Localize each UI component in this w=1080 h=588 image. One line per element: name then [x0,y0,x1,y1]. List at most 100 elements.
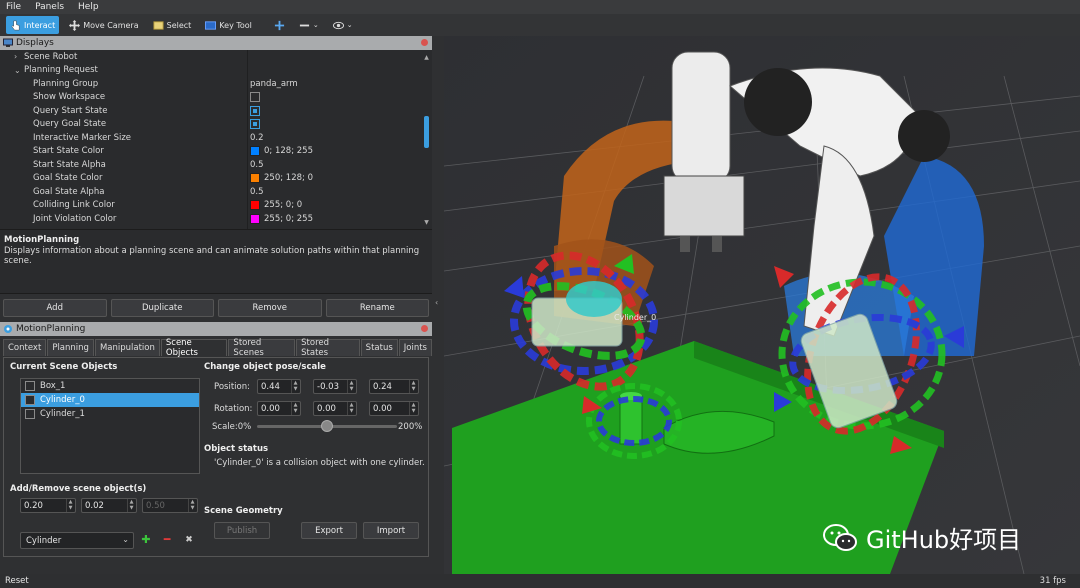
spin-arrows-icon[interactable]: ▲ ▼ [291,380,299,393]
spin-arrows-icon[interactable]: ▲ ▼ [409,380,417,393]
goal-alpha-value[interactable]: 0.5 [250,187,264,197]
tab-scene-objects[interactable]: Scene Objects [160,338,228,358]
tab-planning[interactable]: Planning [47,339,94,356]
close-icon[interactable] [421,39,428,46]
tab-manipulation[interactable]: Manipulation [94,339,160,356]
tree-row-query-goal-state[interactable]: Query Goal State [0,118,432,132]
add-object-icon[interactable]: ✚ [140,534,152,546]
scroll-up-icon[interactable]: ▲ [423,54,430,61]
current-scene-objects-label: Current Scene Objects [10,362,118,372]
scroll-thumb[interactable] [424,116,429,148]
scale-slider[interactable] [257,420,397,432]
motion-planning-icon [4,325,12,333]
hand-pointer-icon [11,20,20,30]
spin-arrows-icon[interactable]: ▲ ▼ [66,499,74,512]
display-description: MotionPlanning Displays information abou… [0,230,432,294]
spin-arrows-icon[interactable]: ▲ ▼ [291,402,299,415]
watermark: GitHub好项目 [822,520,1021,555]
reset-button[interactable]: Reset [5,576,29,586]
remove-tool-button[interactable]: ⌄ [295,16,323,34]
tree-row-colliding-link-color[interactable]: Colliding Link Color 255; 0; 0 [0,199,432,213]
close-icon[interactable] [421,325,428,332]
planning-group-value[interactable]: panda_arm [250,79,298,89]
displays-scrollbar[interactable]: ▲ ▼ [423,54,430,226]
spin-arrows-icon[interactable]: ▲ ▼ [347,402,355,415]
show-workspace-checkbox[interactable] [250,92,260,103]
rename-button[interactable]: Rename [325,299,429,317]
rotation-x-input[interactable]: 0.00 ▲ ▼ [257,401,301,416]
tree-row-planning-group[interactable]: Planning Group panda_arm [0,77,432,91]
query-goal-state-checkbox[interactable] [250,119,260,130]
object-status-text: 'Cylinder_0' is a collision object with … [214,458,425,468]
tab-stored-scenes[interactable]: Stored Scenes [228,338,296,358]
move-arrows-icon [69,19,81,31]
select-tool-button[interactable]: Select [149,16,196,34]
tree-row-planning-request[interactable]: ⌄ Planning Request [0,64,432,78]
tree-row-show-workspace[interactable]: Show Workspace [0,91,432,105]
tree-row-start-state-alpha[interactable]: Start State Alpha 0.5 [0,158,432,172]
spin-arrows-icon[interactable]: ▲ ▼ [127,499,135,512]
position-y-input[interactable]: -0.03 ▲ ▼ [313,379,357,394]
marker-size-value[interactable]: 0.2 [250,133,264,143]
monitor-icon [3,38,13,47]
scale-slider-handle[interactable] [321,420,333,432]
violation-color-swatch[interactable] [250,213,260,224]
move-camera-tool-button[interactable]: Move Camera [65,16,142,34]
spin-arrows-icon[interactable]: ▲ ▼ [409,402,417,415]
tree-row-goal-state-alpha[interactable]: Goal State Alpha 0.5 [0,185,432,199]
select-box-icon [153,20,164,30]
query-start-state-checkbox[interactable] [250,105,260,116]
add-button[interactable]: Add [3,299,107,317]
list-item[interactable]: Cylinder_1 [21,407,199,421]
collapse-left-icon[interactable]: ‹ [435,298,438,307]
tab-status[interactable]: Status [360,339,398,356]
3d-viewport[interactable]: Cylinder_0 [444,36,1080,574]
chevron-down-icon: ⌄ [312,21,319,29]
colliding-color-swatch[interactable] [250,200,260,211]
menu-panels[interactable]: Panels [35,2,64,12]
tab-stored-states[interactable]: Stored States [296,338,360,358]
panel-splitter[interactable]: ‹ [432,36,444,574]
clear-objects-icon[interactable]: ✖ [183,534,195,546]
object-checkbox[interactable] [25,395,35,405]
menu-file[interactable]: File [6,2,21,12]
duplicate-button[interactable]: Duplicate [110,299,214,317]
tab-context[interactable]: Context [3,339,47,356]
object-checkbox[interactable] [25,409,35,419]
key-tool-button[interactable]: Key Tool [201,16,256,34]
position-z-input[interactable]: 0.24 ▲ ▼ [369,379,419,394]
remove-object-icon[interactable]: ━ [161,534,173,546]
minus-icon [299,24,309,26]
tree-row-interactive-marker-size[interactable]: Interactive Marker Size 0.2 [0,131,432,145]
start-alpha-value[interactable]: 0.5 [250,160,264,170]
goal-color-swatch[interactable] [250,173,260,184]
remove-button[interactable]: Remove [218,299,322,317]
object-checkbox[interactable] [25,381,35,391]
tree-row-goal-state-color[interactable]: Goal State Color 250; 128; 0 [0,172,432,186]
scroll-down-icon[interactable]: ▼ [423,219,430,226]
add-tool-button[interactable] [270,16,289,34]
cylinder-object [619,395,643,445]
object-label: Cylinder_0 [614,313,656,322]
tree-row-joint-violation-color[interactable]: Joint Violation Color 255; 0; 255 [0,212,432,226]
tree-row-query-start-state[interactable]: Query Start State [0,104,432,118]
view-tool-button[interactable]: ⌄ [329,16,357,34]
rotation-y-input[interactable]: 0.00 ▲ ▼ [313,401,357,416]
tree-row-start-state-color[interactable]: Start State Color 0; 128; 255 [0,145,432,159]
menu-help[interactable]: Help [78,2,99,12]
list-item[interactable]: Cylinder_0 [21,393,199,407]
shape-select[interactable]: Cylinder ⌄ [20,532,134,549]
list-item[interactable]: Box_1 [21,379,199,393]
spin-arrows-icon[interactable]: ▲ ▼ [347,380,355,393]
tab-joints[interactable]: Joints [398,339,432,356]
start-color-swatch[interactable] [250,146,260,157]
tree-row-scene-robot[interactable]: › Scene Robot [0,50,432,64]
dimension-2-input[interactable]: 0.02 ▲ ▼ [81,498,137,513]
interact-tool-button[interactable]: Interact [6,16,60,34]
dimension-1-input[interactable]: 0.20 ▲ ▼ [20,498,76,513]
import-button[interactable]: Import [363,522,419,539]
display-buttons: Add Duplicate Remove Rename [0,294,432,322]
position-x-input[interactable]: 0.44 ▲ ▼ [257,379,301,394]
rotation-z-input[interactable]: 0.00 ▲ ▼ [369,401,419,416]
export-button[interactable]: Export [301,522,357,539]
